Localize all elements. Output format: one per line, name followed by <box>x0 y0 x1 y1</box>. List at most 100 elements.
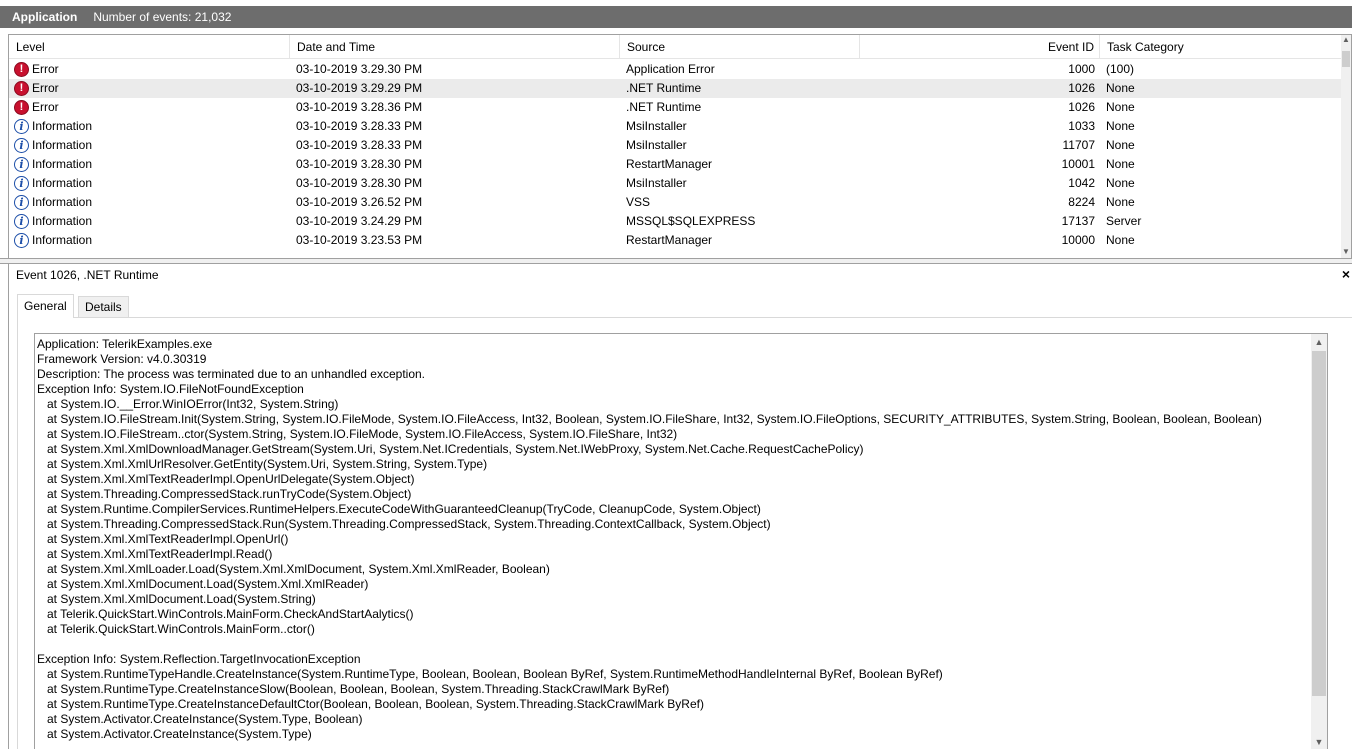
column-header-date-time[interactable]: Date and Time <box>290 35 620 59</box>
cell-source: VSS <box>626 195 651 209</box>
level-text: Information <box>32 214 93 228</box>
cell-task-category: None <box>1106 119 1135 133</box>
description-line: at Telerik.QuickStart.WinControls.MainFo… <box>37 622 315 636</box>
description-line: at System.RuntimeType.CreateInstanceSlow… <box>37 682 670 696</box>
description-line: at System.Activator.CreateInstance(Syste… <box>37 712 363 726</box>
description-line: Exception Info: System.Reflection.Target… <box>37 652 361 666</box>
cell-source: .NET Runtime <box>626 81 702 95</box>
event-detail-title: Event 1026, .NET Runtime <box>16 268 159 282</box>
error-icon: ! <box>14 81 29 96</box>
log-header-bar: Application Number of events: 21,032 <box>0 6 1352 28</box>
level-text: Information <box>32 233 93 247</box>
cell-event-id: 1000 <box>1068 62 1095 76</box>
cell-event-id: 1026 <box>1068 100 1095 114</box>
event-count: Number of events: 21,032 <box>93 10 232 24</box>
level-text: Error <box>32 100 59 114</box>
cell-event-id: 10000 <box>1061 233 1095 247</box>
cell-event-id: 1042 <box>1068 176 1095 190</box>
table-row[interactable]: i Information 03-10-2019 3.23.53 PM Restart… <box>9 231 1343 250</box>
grid-vertical-scrollbar[interactable]: ▲ ▼ <box>1341 35 1351 258</box>
level-text: Error <box>32 62 59 76</box>
cell-level: ! Error <box>14 98 294 117</box>
table-row[interactable]: ! Error 03-10-2019 3.29.30 PM Application E… <box>9 60 1343 79</box>
log-name: Application <box>12 10 78 24</box>
cell-date-time: 03-10-2019 3.28.33 PM <box>296 119 423 133</box>
cell-date-time: 03-10-2019 3.23.53 PM <box>296 233 423 247</box>
event-detail-pane: Event 1026, .NET Runtime × General Detai… <box>8 264 1352 749</box>
cell-event-id: 1033 <box>1068 119 1095 133</box>
scroll-thumb[interactable] <box>1342 51 1350 67</box>
cell-task-category: None <box>1106 233 1135 247</box>
level-text: Information <box>32 157 93 171</box>
error-icon: ! <box>14 100 29 115</box>
scroll-down-icon[interactable]: ▼ <box>1341 247 1351 257</box>
cell-level: i Information <box>14 231 294 250</box>
description-line: at System.Xml.XmlTextReaderImpl.Read() <box>37 547 273 561</box>
event-description-text: Application: TelerikExamples.exe Framewor… <box>37 337 1305 742</box>
cell-level: ! Error <box>14 79 294 98</box>
close-icon[interactable]: × <box>1342 266 1350 282</box>
tab-details[interactable]: Details <box>78 296 129 318</box>
table-row[interactable]: i Information 03-10-2019 3.28.30 PM MsiInst… <box>9 174 1343 193</box>
cell-level: i Information <box>14 117 294 136</box>
table-row[interactable]: i Information 03-10-2019 3.26.52 PM VSS 8224… <box>9 193 1343 212</box>
cell-source: RestartManager <box>626 233 713 247</box>
event-description-textbox[interactable]: Application: TelerikExamples.exe Framewor… <box>34 333 1328 749</box>
cell-task-category: None <box>1106 100 1135 114</box>
column-header-event-id[interactable]: Event ID <box>860 35 1100 59</box>
description-line: at System.Xml.XmlDownloadManager.GetStre… <box>37 442 864 456</box>
info-icon: i <box>14 157 29 172</box>
table-row[interactable]: i Information 03-10-2019 3.28.30 PM Restart… <box>9 155 1343 174</box>
cell-date-time: 03-10-2019 3.28.33 PM <box>296 138 423 152</box>
description-line: at Telerik.QuickStart.WinControls.MainFo… <box>37 607 414 621</box>
description-line: at System.Xml.XmlDocument.Load(System.St… <box>37 592 316 606</box>
description-line: at System.Xml.XmlLoader.Load(System.Xml.… <box>37 562 550 576</box>
table-row[interactable]: ! Error 03-10-2019 3.29.29 PM .NET Runtime 1… <box>9 79 1343 98</box>
cell-source: MSSQL$SQLEXPRESS <box>626 214 756 228</box>
scroll-thumb[interactable] <box>1312 351 1326 696</box>
scroll-up-icon[interactable]: ▲ <box>1341 35 1351 45</box>
table-row[interactable]: i Information 03-10-2019 3.28.33 PM MsiInst… <box>9 136 1343 155</box>
level-text: Information <box>32 119 93 133</box>
scroll-down-icon[interactable]: ▼ <box>1311 735 1327 749</box>
cell-level: i Information <box>14 136 294 155</box>
column-header-level[interactable]: Level <box>9 35 290 59</box>
cell-level: ! Error <box>14 60 294 79</box>
cell-date-time: 03-10-2019 3.26.52 PM <box>296 195 423 209</box>
tab-general[interactable]: General <box>17 294 74 318</box>
cell-date-time: 03-10-2019 3.29.30 PM <box>296 62 423 76</box>
column-header-task-category[interactable]: Task Category <box>1100 35 1343 59</box>
description-vertical-scrollbar[interactable]: ▲ ▼ <box>1311 334 1327 749</box>
description-line: at System.Runtime.CompilerServices.Runti… <box>37 502 761 516</box>
cell-source: .NET Runtime <box>626 100 702 114</box>
cell-level: i Information <box>14 193 294 212</box>
description-line: at System.Threading.CompressedStack.Run(… <box>37 517 771 531</box>
cell-source: MsiInstaller <box>626 119 687 133</box>
cell-event-id: 1026 <box>1068 81 1095 95</box>
description-line: at System.IO.FileStream..ctor(System.Str… <box>37 427 678 441</box>
info-icon: i <box>14 195 29 210</box>
cell-level: i Information <box>14 174 294 193</box>
table-row[interactable]: i Information 03-10-2019 3.24.29 PM MSSQL$S… <box>9 212 1343 231</box>
events-grid[interactable]: Level Date and Time Source Event ID Task… <box>8 34 1352 258</box>
cell-date-time: 03-10-2019 3.24.29 PM <box>296 214 423 228</box>
cell-date-time: 03-10-2019 3.28.30 PM <box>296 176 423 190</box>
description-line: Application: TelerikExamples.exe <box>37 337 213 351</box>
cell-event-id: 17137 <box>1061 214 1095 228</box>
description-line: Description: The process was terminated … <box>37 367 426 381</box>
scroll-up-icon[interactable]: ▲ <box>1311 335 1327 350</box>
description-line: at System.Threading.CompressedStack.runT… <box>37 487 412 501</box>
description-line: at System.Xml.XmlDocument.Load(System.Xm… <box>37 577 369 591</box>
info-icon: i <box>14 138 29 153</box>
error-icon: ! <box>14 62 29 77</box>
cell-task-category: None <box>1106 157 1135 171</box>
cell-task-category: None <box>1106 138 1135 152</box>
cell-source: Application Error <box>626 62 715 76</box>
event-rows: ! Error 03-10-2019 3.29.30 PM Application E… <box>9 60 1343 250</box>
column-header-source[interactable]: Source <box>620 35 860 59</box>
info-icon: i <box>14 214 29 229</box>
info-icon: i <box>14 176 29 191</box>
cell-task-category: None <box>1106 176 1135 190</box>
table-row[interactable]: i Information 03-10-2019 3.28.33 PM MsiInst… <box>9 117 1343 136</box>
table-row[interactable]: ! Error 03-10-2019 3.28.36 PM .NET Runtime 1… <box>9 98 1343 117</box>
